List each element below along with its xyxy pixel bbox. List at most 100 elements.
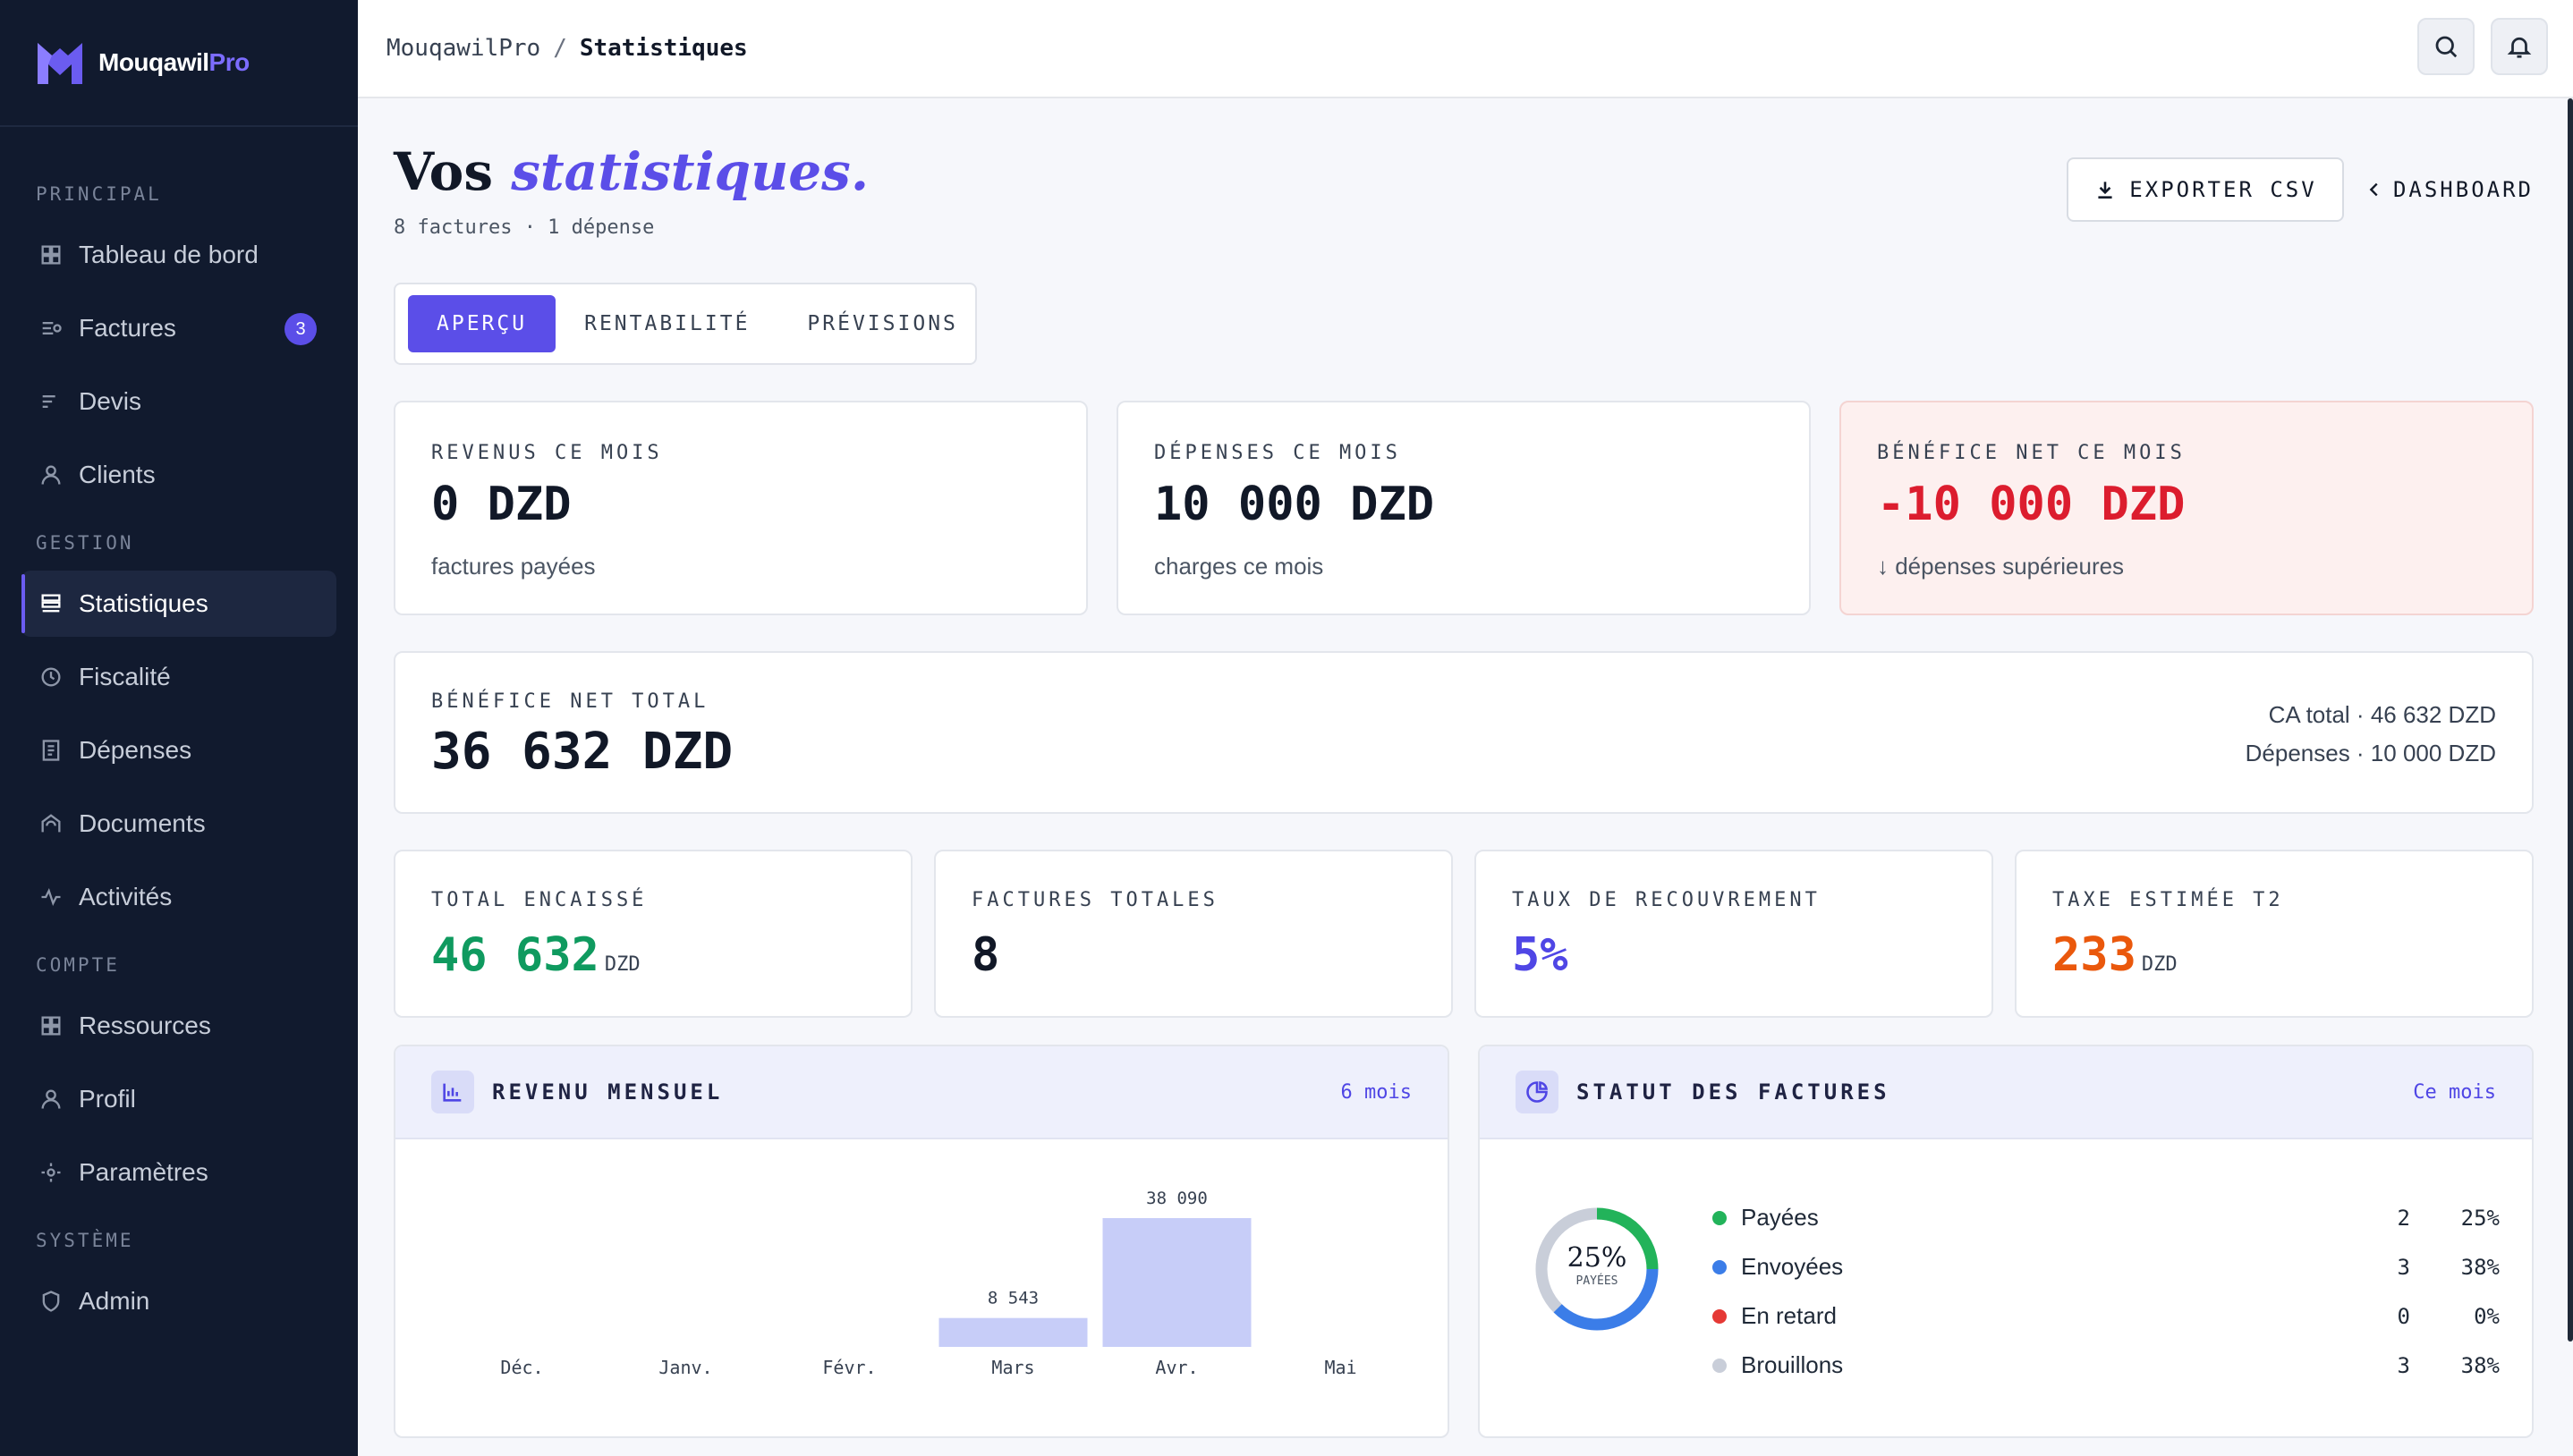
- bar-data-label: 38 090: [1146, 1189, 1208, 1208]
- brand[interactable]: MouqawilPro: [0, 0, 358, 127]
- x-tick-label: Mars: [991, 1357, 1034, 1378]
- legend-label: Payées: [1741, 1204, 1819, 1231]
- top-bar: MouqawilPro / Statistiques: [358, 0, 2573, 98]
- panel-title: REVENU MENSUEL: [492, 1079, 724, 1105]
- total-depenses: Dépenses · 10 000 DZD: [2245, 740, 2496, 766]
- x-tick-label: Févr.: [822, 1357, 876, 1378]
- nav-section-title: SYSTÈME: [36, 1230, 134, 1251]
- donut-center-value: 25%: [1567, 1242, 1627, 1274]
- kpi-label: DÉPENSES CE MOIS: [1154, 442, 1401, 464]
- sidebar-item-label: Clients: [79, 461, 156, 488]
- sidebar-item-label: Documents: [79, 809, 206, 837]
- sidebar-item-ressources[interactable]: Ressources: [21, 993, 336, 1059]
- download-icon: [2098, 182, 2112, 199]
- sidebar-item-tableau-de-bord[interactable]: Tableau de bord: [21, 222, 336, 288]
- user-icon: [38, 461, 64, 488]
- breadcrumb: MouqawilPro / Statistiques: [386, 35, 748, 62]
- sidebar-item-devis[interactable]: Devis: [21, 368, 336, 435]
- tab-previsions[interactable]: PRÉVISIONS: [778, 295, 986, 352]
- breadcrumb-current: Statistiques: [579, 35, 748, 62]
- kpi-label: REVENUS CE MOIS: [431, 442, 663, 464]
- user-icon: [38, 1086, 64, 1113]
- total-net-card: BÉNÉFICE NET TOTAL 36 632 DZD CA total ·…: [394, 651, 2534, 814]
- grid-icon: [38, 1012, 64, 1039]
- legend-dot: [1712, 1259, 1727, 1274]
- status-legend: Payées 2 25% Envoyées 3 38% En retard 0 0% Brouil…: [1712, 1193, 2500, 1390]
- legend-percent: 38%: [2460, 1254, 2500, 1280]
- mini-total-encaisse: TOTAL ENCAISSÉ 46 632 DZD: [394, 850, 913, 1018]
- nav-section-title: COMPTE: [36, 954, 120, 976]
- panel-period[interactable]: 6 mois: [1341, 1081, 1412, 1104]
- total-label: BÉNÉFICE NET TOTAL: [431, 690, 709, 713]
- sidebar-item-label: Tableau de bord: [79, 241, 259, 268]
- breadcrumb-root[interactable]: MouqawilPro: [386, 35, 540, 62]
- sidebar-item-fiscalite[interactable]: Fiscalité: [21, 644, 336, 710]
- kpi-value: 0 DZD: [431, 478, 572, 531]
- panel-period[interactable]: Ce mois: [2413, 1081, 2496, 1104]
- bar-avr[interactable]: [1102, 1218, 1252, 1347]
- sidebar-item-label: Fiscalité: [79, 663, 171, 690]
- sidebar-item-label: Admin: [79, 1287, 150, 1315]
- search-button[interactable]: [2417, 18, 2475, 75]
- legend-dot: [1712, 1210, 1727, 1225]
- sidebar-item-label: Ressources: [79, 1012, 211, 1039]
- sidebar-item-depenses[interactable]: Dépenses: [21, 717, 336, 783]
- pie-chart-icon: [1516, 1071, 1558, 1113]
- legend-percent: 25%: [2460, 1205, 2500, 1231]
- page-title: Vos statistiques.: [394, 141, 870, 202]
- receipt-icon: [38, 737, 64, 764]
- dashboard-link[interactable]: DASHBOARD: [2364, 157, 2534, 222]
- mini-label: FACTURES TOTALES: [972, 889, 1219, 911]
- revenue-bar-chart: Déc. Janv. Févr. 8 543 Mars 38 090 Avr. Mai: [500, 1189, 1356, 1378]
- legend-percent: 38%: [2460, 1352, 2500, 1378]
- grid-icon: [38, 241, 64, 268]
- notifications-button[interactable]: [2491, 18, 2548, 75]
- page-subtitle: 8 factures · 1 dépense: [394, 216, 655, 239]
- sidebar-item-label: Profil: [79, 1085, 136, 1113]
- logo-icon: [38, 43, 82, 84]
- donut-center-label: PAYÉES: [1576, 1274, 1618, 1288]
- sidebar-item-label: Statistiques: [79, 589, 208, 617]
- pulse-icon: [38, 884, 64, 910]
- nav-section-title: GESTION: [36, 532, 134, 554]
- bar-mars[interactable]: [938, 1317, 1088, 1347]
- legend-count: 3: [2397, 1254, 2410, 1280]
- lines-icon: [38, 388, 64, 415]
- sidebar-item-profil[interactable]: Profil: [21, 1066, 336, 1132]
- tab-rentabilite[interactable]: RENTABILITÉ: [556, 295, 778, 352]
- scrollbar[interactable]: [2568, 98, 2573, 1342]
- legend-count: 2: [2397, 1205, 2410, 1231]
- sidebar-item-label: Dépenses: [79, 736, 192, 764]
- sidebar-item-admin[interactable]: Admin: [21, 1268, 336, 1334]
- status-panel: STATUT DES FACTURES Ce mois 25% PAYÉES Pa…: [1478, 1045, 2534, 1438]
- tab-apercu[interactable]: APERÇU: [408, 295, 556, 352]
- kpi-label: BÉNÉFICE NET CE MOIS: [1877, 442, 2186, 464]
- sidebar-item-parametres[interactable]: Paramètres: [21, 1139, 336, 1206]
- kpi-value: 10 000 DZD: [1154, 478, 1435, 531]
- sidebar-item-factures[interactable]: Factures 3: [21, 295, 336, 361]
- invoice-icon: [38, 315, 64, 342]
- sidebar-item-label: Factures: [79, 314, 176, 342]
- legend-dot: [1712, 1358, 1727, 1373]
- legend-dot: [1712, 1308, 1727, 1324]
- x-tick-label: Avr.: [1155, 1357, 1198, 1378]
- sidebar-item-label: Paramètres: [79, 1158, 208, 1186]
- mini-value: 46 632 DZD: [431, 928, 641, 982]
- mini-value: 8: [972, 928, 1000, 982]
- x-tick-label: Déc.: [500, 1357, 543, 1378]
- count-badge: 3: [284, 313, 317, 345]
- sidebar-item-statistiques[interactable]: Statistiques: [21, 571, 336, 637]
- legend-item: Payées 2 25%: [1712, 1193, 2500, 1242]
- chevron-left-icon: [2369, 182, 2378, 197]
- status-donut-chart: 25%PAYÉES: [1535, 1207, 1659, 1331]
- legend-percent: 0%: [2474, 1303, 2500, 1329]
- export-csv-button[interactable]: EXPORTER CSV: [2067, 157, 2344, 222]
- kpi-note: ↓ dépenses supérieures: [1877, 553, 2125, 580]
- clock-icon: [38, 664, 64, 690]
- mini-factures-totales: FACTURES TOTALES 8: [934, 850, 1453, 1018]
- kpi-value: -10 000 DZD: [1877, 478, 2186, 531]
- sidebar-item-documents[interactable]: Documents: [21, 791, 336, 857]
- stats-icon: [38, 590, 64, 617]
- sidebar-item-clients[interactable]: Clients: [21, 442, 336, 508]
- sidebar-item-activites[interactable]: Activités: [21, 864, 336, 930]
